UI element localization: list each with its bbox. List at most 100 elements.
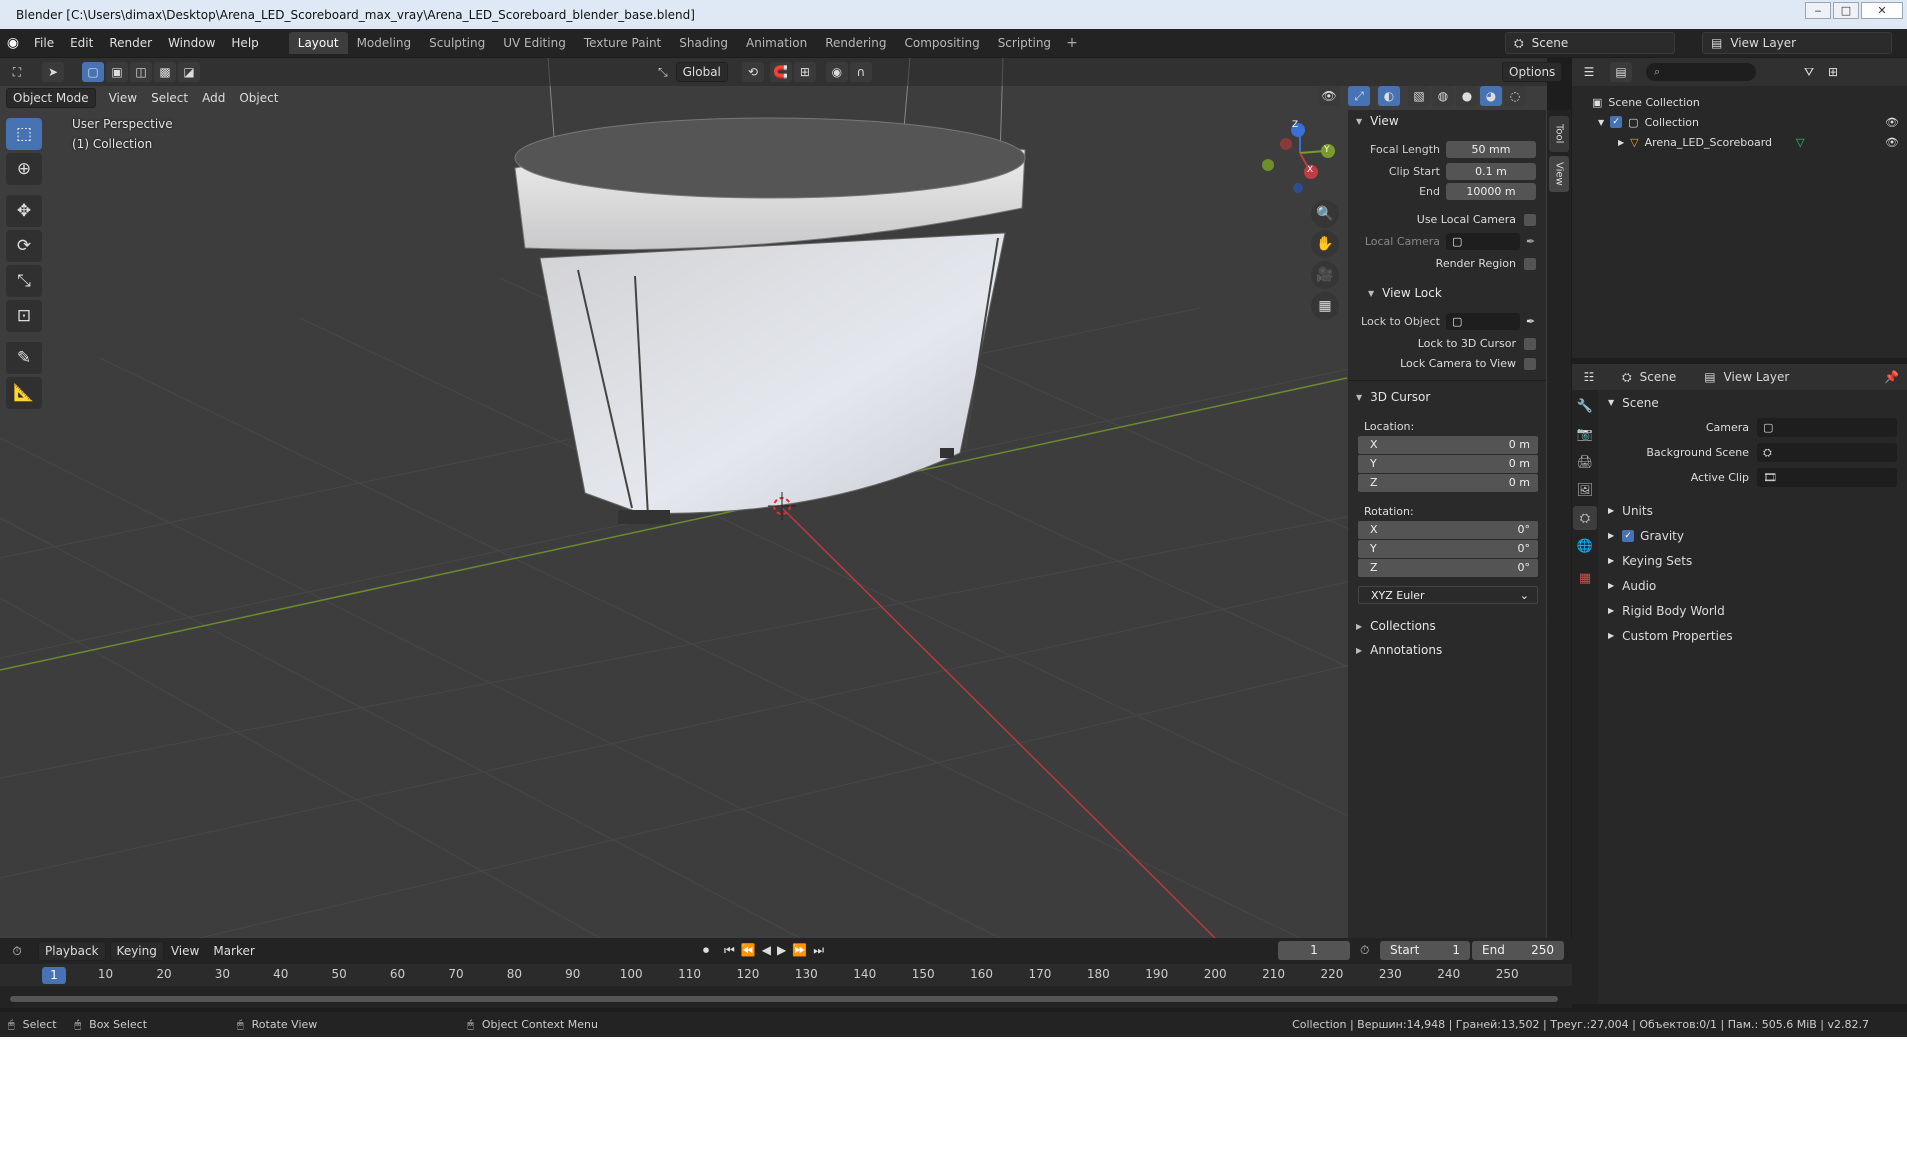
focal-length-field[interactable]: 50 mm [1446, 141, 1536, 158]
panel-units[interactable]: ▶ Units [1598, 498, 1907, 523]
rotation-mode-dropdown[interactable]: XYZ Euler ⌄ [1358, 586, 1538, 604]
menu-file[interactable]: File [26, 29, 62, 57]
timeline-menu-view[interactable]: View [164, 944, 206, 958]
tab-tool[interactable]: Tool [1549, 116, 1569, 152]
overlays-icon[interactable]: ◐ [1378, 86, 1400, 106]
tab-animation[interactable]: Animation [737, 32, 816, 54]
disclosure-icon[interactable]: ▶ [1618, 138, 1624, 147]
render-properties-icon[interactable]: 📷 [1573, 422, 1597, 446]
play-icon[interactable]: ▶ [777, 943, 786, 958]
eyedropper-icon[interactable]: ✒ [1526, 235, 1535, 248]
next-keyframe-icon[interactable]: ⏩ [792, 943, 807, 958]
add-workspace-button[interactable]: + [1060, 35, 1084, 51]
current-frame-field[interactable]: 1 [1278, 941, 1350, 960]
restore-button[interactable]: □ [1833, 2, 1859, 19]
pan-hand-icon[interactable]: ✋ [1311, 230, 1339, 258]
local-camera-field[interactable]: ▢ [1446, 233, 1520, 250]
stopwatch-icon[interactable]: ⏱ [1360, 943, 1369, 958]
pin-icon[interactable]: 📌 [1884, 370, 1899, 384]
eyedropper-icon[interactable]: ✒ [1526, 315, 1535, 328]
editor-type-icon[interactable]: ⛶ [6, 62, 28, 82]
texture-properties-icon[interactable]: ▦ [1573, 566, 1597, 590]
transform-orientation-dropdown[interactable]: Global [675, 62, 728, 82]
panel-view-header[interactable]: ▼ View [1348, 110, 1546, 132]
viewport-3d[interactable]: Z Y X [0, 58, 1547, 938]
transform-tool-icon[interactable]: ⊡ [6, 300, 42, 332]
record-icon[interactable]: ⏺ [703, 943, 709, 958]
cursor-location-z[interactable]: Z 0 m [1358, 474, 1538, 492]
close-button[interactable]: ✕ [1861, 2, 1903, 19]
display-mode-icon[interactable]: ▤ [1610, 62, 1632, 82]
scene-selector[interactable]: ⛭ Scene [1505, 32, 1675, 54]
menu-help[interactable]: Help [223, 29, 266, 57]
camera-field[interactable]: ▢ [1757, 418, 1897, 437]
move-tool-icon[interactable]: ✥ [6, 195, 42, 227]
tab-shading[interactable]: Shading [670, 32, 737, 54]
playback-dropdown[interactable]: Playback [38, 941, 106, 961]
select-mode-intersect-icon[interactable]: ◪ [178, 62, 200, 82]
ortho-grid-icon[interactable]: ▦ [1311, 292, 1339, 320]
panel-gravity[interactable]: ▶ ✓ Gravity [1598, 523, 1907, 548]
eye-icon[interactable]: 👁 [1885, 136, 1899, 149]
proportional-edit-icon[interactable]: ◉ [825, 62, 848, 82]
play-reverse-icon[interactable]: ◀ [762, 943, 771, 958]
panel-view-lock-header[interactable]: ▼ View Lock [1348, 282, 1546, 304]
snap-icon[interactable]: 🧲 [769, 62, 792, 82]
cursor-location-x[interactable]: X 0 m [1358, 436, 1538, 454]
panel-keying-sets[interactable]: ▶ Keying Sets [1598, 548, 1907, 573]
filter-icon[interactable]: ⛛ [1798, 62, 1820, 82]
material-shading-icon[interactable]: ◕ [1480, 86, 1502, 106]
eye-icon[interactable]: 👁 [1885, 116, 1899, 129]
cursor-rotation-y[interactable]: Y 0° [1358, 540, 1538, 558]
outliner-editor-icon[interactable]: ☰ [1578, 62, 1600, 82]
pivot-point-icon[interactable]: ⟲ [741, 62, 764, 82]
cursor-rotation-z[interactable]: Z 0° [1358, 559, 1538, 577]
timeline-ruler[interactable]: 1 10 20 30 40 50 60 70 80 90 100 110 120 130 140 150 16… [0, 964, 1572, 986]
playhead-frame[interactable]: 1 [42, 967, 66, 984]
view-layer-properties-icon[interactable]: 🖼 [1573, 478, 1597, 502]
measure-tool-icon[interactable]: 📐 [6, 377, 42, 409]
clip-end-field[interactable]: 10000 m [1446, 183, 1536, 200]
scale-tool-icon[interactable]: ⤡ [6, 265, 42, 297]
wireframe-shading-icon[interactable]: ◍ [1432, 86, 1454, 106]
panel-custom-properties[interactable]: ▶ Custom Properties [1598, 623, 1907, 648]
xray-icon[interactable]: ▧ [1408, 86, 1430, 106]
panel-collections-header[interactable]: ▶ Collections [1348, 615, 1546, 637]
timeline-editor-icon[interactable]: ⏱ [6, 941, 28, 961]
tool-settings-icon[interactable]: 🔧 [1573, 394, 1597, 418]
tab-texture-paint[interactable]: Texture Paint [575, 32, 670, 54]
lock-to-object-field[interactable]: ▢ [1446, 313, 1520, 330]
options-dropdown[interactable]: Options [1502, 62, 1563, 82]
annotate-tool-icon[interactable]: ✎ [6, 342, 42, 374]
tab-rendering[interactable]: Rendering [816, 32, 895, 54]
cursor-rotation-x[interactable]: X 0° [1358, 521, 1538, 539]
object-mode-dropdown[interactable]: Object Mode [6, 88, 96, 108]
viewport-menu-view[interactable]: View [102, 91, 144, 105]
panel-rigid-body-world[interactable]: ▶ Rigid Body World [1598, 598, 1907, 623]
outliner-row-collection[interactable]: ▼ ✓ ▢ Collection 👁 [1572, 112, 1907, 132]
rendered-shading-icon[interactable]: ◌ [1504, 86, 1526, 106]
render-region-checkbox[interactable] [1524, 257, 1536, 270]
new-collection-icon[interactable]: ⊞ [1822, 62, 1844, 82]
lock-camera-checkbox[interactable] [1524, 357, 1536, 370]
tab-modeling[interactable]: Modeling [348, 32, 421, 54]
gizmos-icon[interactable]: ⤢ [1348, 86, 1370, 106]
disclosure-icon[interactable]: ▼ [1598, 118, 1604, 127]
viewport-menu-add[interactable]: Add [195, 91, 232, 105]
falloff-icon[interactable]: ∩ [849, 62, 872, 82]
end-frame-field[interactable]: End 250 [1472, 941, 1564, 960]
rotate-tool-icon[interactable]: ⟳ [6, 230, 42, 262]
start-frame-field[interactable]: Start 1 [1380, 941, 1470, 960]
tab-sculpting[interactable]: Sculpting [420, 32, 494, 54]
gravity-checkbox[interactable]: ✓ [1622, 529, 1635, 542]
jump-end-icon[interactable]: ⏭ [813, 943, 824, 958]
prev-keyframe-icon[interactable]: ⏪ [741, 943, 756, 958]
zoom-icon[interactable]: 🔍 [1311, 200, 1339, 228]
solid-shading-icon[interactable]: ● [1456, 86, 1478, 106]
menu-edit[interactable]: Edit [62, 29, 101, 57]
viewport-menu-select[interactable]: Select [144, 91, 195, 105]
select-mode-subtract-icon[interactable]: ◫ [130, 62, 152, 82]
lock-to-cursor-checkbox[interactable] [1524, 337, 1536, 350]
collection-enable-checkbox[interactable]: ✓ [1610, 116, 1623, 128]
select-mode-extend-icon[interactable]: ▣ [106, 62, 128, 82]
